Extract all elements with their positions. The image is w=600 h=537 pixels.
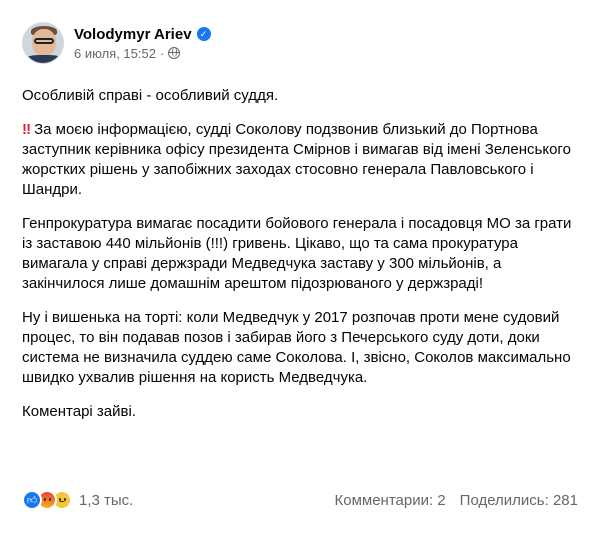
post-timestamp[interactable]: 6 июля, 15:52 [74, 46, 156, 61]
author-row: Volodymyr Ariev ✓ [74, 26, 211, 43]
post-paragraph-5: Коментарі зайві. [22, 403, 136, 420]
post-paragraph-3: Генпрокуратура вимагає посадити бойового… [22, 215, 572, 292]
author-avatar[interactable] [22, 22, 64, 64]
timestamp-row: 6 июля, 15:52 · [74, 46, 211, 61]
avatar-glasses [34, 38, 54, 44]
public-globe-icon[interactable] [168, 47, 181, 59]
post-paragraph-2-text: За моєю інформацією, судді Соколову подз… [22, 121, 571, 198]
post-paragraph-4: Ну і вишенька на торті: коли Медведчук у… [22, 309, 571, 386]
post-body: Особливій справі - особливий суддя. ‼ За … [22, 86, 578, 422]
reaction-count[interactable]: 1,3 тыс. [79, 492, 133, 509]
shares-count[interactable]: Поделились: 281 [460, 492, 578, 509]
reactions-summary[interactable]: 👍︎ 1,3 тыс. [22, 490, 133, 510]
author-name[interactable]: Volodymyr Ariev [74, 26, 192, 43]
engagement-stats: Комментарии: 2 Поделились: 281 [335, 492, 579, 509]
facebook-post: Volodymyr Ariev ✓ 6 июля, 15:52 · Особли… [0, 0, 600, 537]
separator-dot: · [159, 45, 165, 61]
post-footer: 👍︎ 1,3 тыс. Комментарии: 2 Поделились: 2… [22, 490, 578, 510]
like-icon: 👍︎ [22, 490, 42, 510]
double-exclamation-icon: ‼ [22, 121, 31, 138]
avatar-shirt [23, 55, 63, 63]
verified-badge-icon: ✓ [196, 27, 211, 41]
post-header: Volodymyr Ariev ✓ 6 июля, 15:52 · [22, 18, 578, 68]
post-paragraph-2: ‼ За моєю інформацією, судді Соколову под… [22, 120, 578, 200]
post-meta: Volodymyr Ariev ✓ 6 июля, 15:52 · [74, 26, 211, 61]
post-paragraph-1: Особливій справі - особливий суддя. [22, 87, 279, 104]
comments-count[interactable]: Комментарии: 2 [335, 492, 446, 509]
